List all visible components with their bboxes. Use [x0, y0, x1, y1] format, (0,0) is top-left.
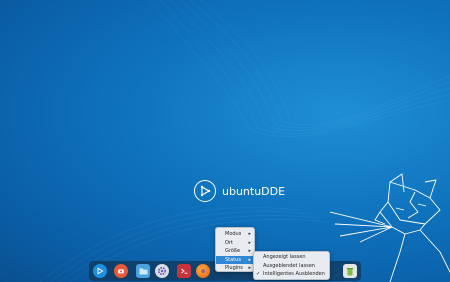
submenu-item-keep-shown[interactable]: Angezeigt lassen — [254, 253, 329, 262]
logo-text: ubuntuDDE — [222, 184, 286, 198]
submenu-item-label: Angezeigt lassen — [263, 254, 306, 260]
desktop-logo: ubuntuDDE — [194, 180, 285, 202]
dock-context-menu: Modus ▸ Ort ▸ Größe ▸ Status ▸ Plugins ▸ — [215, 227, 255, 272]
chevron-right-icon: ▸ — [248, 231, 251, 237]
screenshot-icon[interactable] — [114, 264, 128, 278]
menu-item-label: Status — [225, 256, 241, 263]
menu-item-location[interactable]: Ort ▸ — [216, 239, 254, 248]
status-submenu: Angezeigt lassen Ausgeblendet lassen ✓ I… — [253, 251, 330, 280]
chevron-right-icon: ▸ — [248, 256, 251, 263]
submenu-item-label: Ausgeblendet lassen — [263, 262, 315, 269]
menu-item-label: Modus — [225, 231, 242, 237]
chevron-right-icon: ▸ — [248, 239, 251, 246]
submenu-item-keep-hidden[interactable]: Ausgeblendet lassen — [254, 262, 329, 271]
menu-item-label: Ort — [225, 239, 233, 246]
firefox-icon[interactable] — [196, 264, 210, 278]
trash-icon[interactable] — [343, 264, 357, 278]
file-manager-icon[interactable] — [136, 264, 150, 278]
menu-item-label: Größe — [225, 248, 241, 254]
checkmark-icon: ✓ — [256, 271, 261, 277]
terminal-icon[interactable] — [177, 264, 191, 278]
submenu-item-label: Intelligentes Ausblenden — [263, 271, 325, 277]
menu-item-status[interactable]: Status ▸ — [216, 255, 254, 264]
submenu-item-smart-hide[interactable]: ✓ Intelligentes Ausblenden — [254, 270, 329, 279]
ubuntudde-logo-icon — [194, 180, 216, 202]
menu-item-size[interactable]: Größe ▸ — [216, 247, 254, 256]
launcher-icon[interactable] — [93, 264, 107, 278]
menu-item-mode[interactable]: Modus ▸ — [216, 230, 254, 239]
menu-item-plugins[interactable]: Plugins ▸ — [216, 264, 254, 273]
chevron-right-icon: ▸ — [248, 265, 251, 271]
menu-item-label: Plugins — [225, 265, 243, 271]
settings-icon[interactable] — [155, 264, 169, 278]
chevron-right-icon: ▸ — [248, 248, 251, 254]
